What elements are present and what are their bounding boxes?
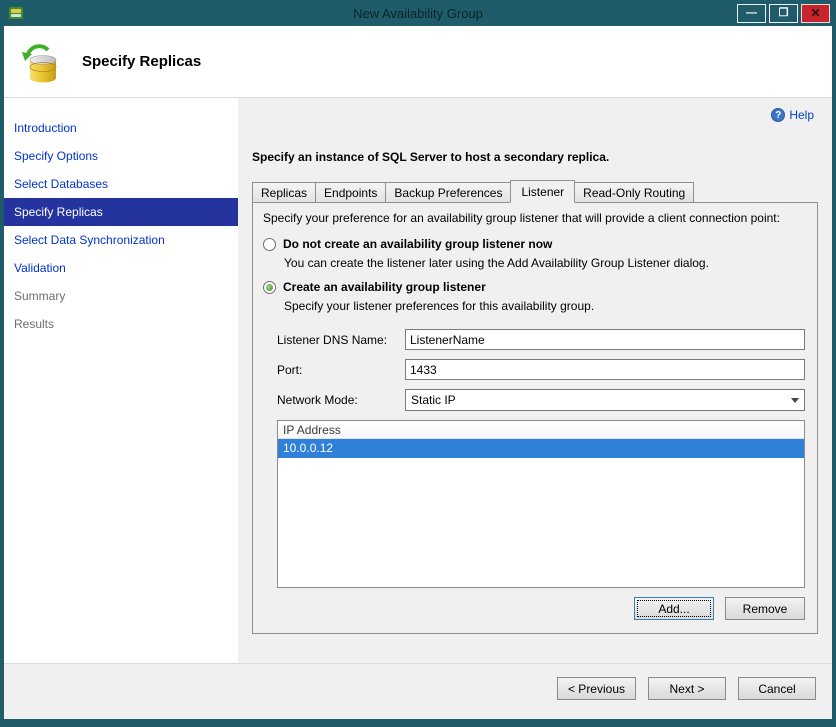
radio-create-listener-label[interactable]: Create an availability group listener: [283, 280, 486, 294]
help-row: ? Help: [238, 98, 832, 126]
radio-create-listener-subtext: Specify your listener preferences for th…: [284, 299, 595, 313]
tab-read-only-routing[interactable]: Read-Only Routing: [574, 182, 695, 202]
ip-address-column-header: IP Address: [278, 421, 804, 439]
ip-list-buttons: Add... Remove: [263, 597, 807, 620]
sidebar-item-summary: Summary: [14, 289, 66, 303]
radio-create-listener[interactable]: [263, 280, 276, 294]
port-label: Port:: [277, 362, 303, 377]
ip-address-list[interactable]: IP Address 10.0.0.12: [277, 420, 805, 588]
sidebar-item-select-databases[interactable]: Select Databases: [4, 170, 238, 198]
window-title: New Availability Group: [353, 5, 483, 21]
main-panel: ? Help Specify an instance of SQL Server…: [238, 98, 832, 663]
port-row: Port:: [277, 359, 807, 380]
cancel-button[interactable]: Cancel: [738, 677, 816, 700]
sidebar-item-select-data-synchronization[interactable]: Select Data Synchronization: [4, 226, 238, 254]
sidebar-item-specify-replicas[interactable]: Specify Replicas: [4, 198, 238, 226]
sidebar-item-specify-options[interactable]: Specify Options: [4, 142, 238, 170]
add-button[interactable]: Add...: [634, 597, 714, 620]
sidebar-item-validation[interactable]: Validation: [4, 254, 238, 282]
network-mode-label: Network Mode:: [277, 393, 358, 407]
sidebar-item-results: Results: [14, 317, 55, 331]
replica-tabs: Replicas Endpoints Backup Preferences Li…: [252, 180, 832, 203]
tab-replicas[interactable]: Replicas: [252, 182, 317, 202]
app-icon: [9, 7, 23, 19]
tab-endpoints[interactable]: Endpoints: [315, 182, 387, 202]
previous-button[interactable]: < Previous: [556, 677, 636, 700]
help-link[interactable]: ? Help: [771, 108, 814, 122]
dns-name-label: Listener DNS Name:: [277, 332, 388, 347]
window-controls: — ❐ ✕: [737, 3, 830, 23]
network-mode-value: Static IP: [411, 393, 456, 407]
tab-listener[interactable]: Listener: [510, 180, 576, 203]
radio-no-listener-label[interactable]: Do not create an availability group list…: [283, 237, 552, 251]
remove-button[interactable]: Remove: [725, 597, 805, 620]
radio-row-no-listener: Do not create an availability group list…: [263, 237, 807, 251]
sidebar-item-introduction[interactable]: Introduction: [4, 114, 238, 142]
chevron-down-icon: [791, 397, 799, 403]
help-icon: ?: [771, 108, 786, 122]
tab-backup-preferences[interactable]: Backup Preferences: [385, 182, 512, 202]
combo-arrow-zone[interactable]: [786, 390, 804, 410]
dns-name-input[interactable]: [405, 329, 805, 350]
minimize-button[interactable]: —: [737, 3, 766, 23]
close-button[interactable]: ✕: [801, 3, 830, 23]
availability-group-icon: [22, 43, 57, 82]
next-button[interactable]: Next >: [648, 677, 726, 700]
radio-row-create-listener: Create an availability group listener: [263, 280, 807, 294]
listener-preference-text: Specify your preference for an availabil…: [263, 211, 780, 225]
listener-tab-panel: Specify your preference for an availabil…: [252, 202, 818, 634]
radio-no-listener[interactable]: [263, 237, 276, 251]
listener-fields: Listener DNS Name: Port: Network Mode: S…: [277, 329, 807, 411]
titlebar: New Availability Group — ❐ ✕: [0, 0, 836, 26]
wizard-footer: < Previous Next > Cancel: [4, 663, 832, 719]
network-mode-row: Network Mode: Static IP: [277, 389, 807, 411]
page-title: Specify Replicas: [82, 53, 202, 70]
wizard-steps-sidebar: Introduction Specify Options Select Data…: [4, 98, 238, 663]
port-input[interactable]: [405, 359, 805, 380]
help-label: Help: [789, 108, 814, 122]
new-availability-group-dialog: New Availability Group — ❐ ✕ Specify Rep…: [0, 0, 836, 727]
network-mode-select[interactable]: Static IP: [405, 389, 805, 411]
maximize-button[interactable]: ❐: [769, 3, 798, 23]
ip-address-row[interactable]: 10.0.0.12: [278, 439, 804, 458]
content-area: Introduction Specify Options Select Data…: [4, 98, 832, 663]
radio-no-listener-subtext: You can create the listener later using …: [284, 256, 709, 270]
instruction-text: Specify an instance of SQL Server to hos…: [252, 150, 610, 164]
dns-name-row: Listener DNS Name:: [277, 329, 807, 350]
wizard-header: Specify Replicas: [4, 26, 832, 98]
